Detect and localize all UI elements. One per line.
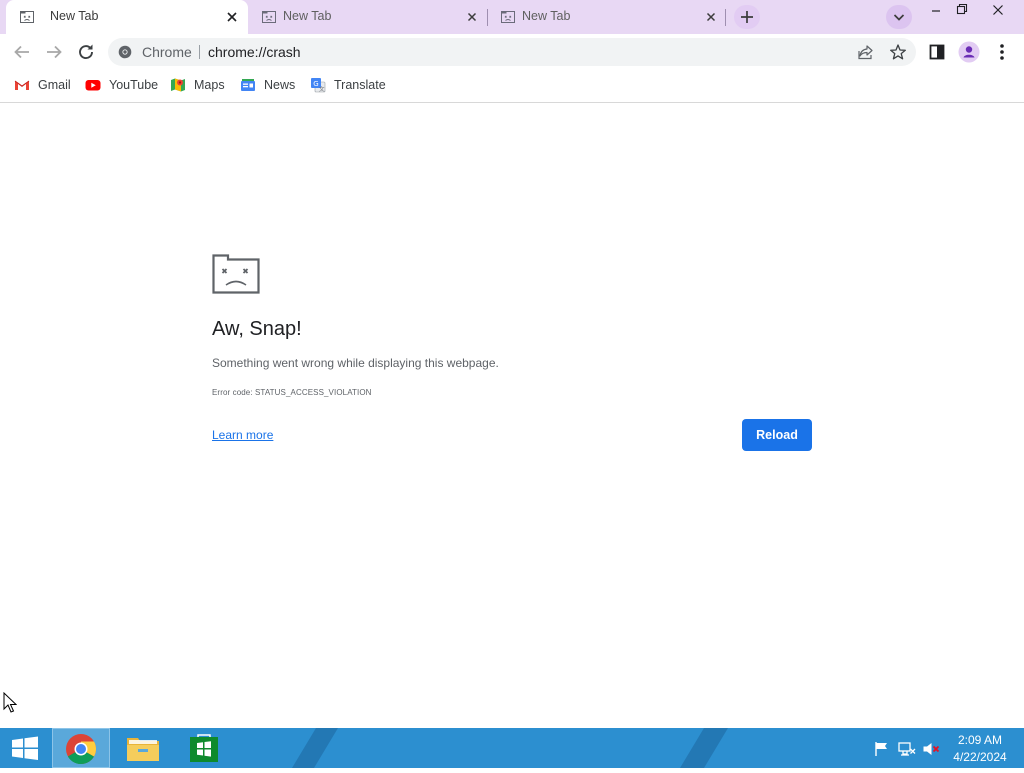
bookmark-label: News: [264, 78, 296, 92]
svg-text:文: 文: [319, 85, 325, 93]
close-tab-icon[interactable]: [224, 9, 240, 25]
tab-search-button[interactable]: [886, 5, 912, 29]
site-label: Chrome: [142, 44, 192, 60]
tab-1[interactable]: New Tab: [6, 0, 248, 34]
crash-message: Something went wrong while displaying th…: [212, 356, 499, 370]
bookmark-label: Translate: [334, 78, 386, 92]
action-center-flag-icon[interactable]: [874, 741, 890, 757]
tab-title: New Tab: [50, 9, 99, 23]
tab-title: New Tab: [522, 9, 571, 23]
forward-arrow-icon[interactable]: [42, 40, 66, 64]
reload-icon[interactable]: [74, 40, 98, 64]
close-icon: [993, 5, 1003, 15]
maps-icon: [171, 78, 185, 92]
news-icon: [241, 79, 255, 91]
new-tab-button[interactable]: [734, 5, 760, 29]
chevron-down-icon: [893, 14, 905, 21]
close-tab-icon[interactable]: [464, 9, 480, 25]
sad-tab-icon: [212, 254, 260, 294]
tab-3[interactable]: New Tab: [487, 0, 725, 34]
bookmark-youtube[interactable]: YouTube: [85, 76, 158, 94]
sad-tab-favicon-icon: [501, 11, 515, 23]
reload-button[interactable]: Reload: [742, 419, 812, 451]
bookmark-label: YouTube: [109, 78, 159, 92]
mouse-cursor-icon: [3, 692, 17, 713]
tab-title: New Tab: [283, 9, 332, 23]
share-icon[interactable]: [857, 44, 875, 60]
sad-tab-favicon-icon: [262, 11, 276, 23]
tab-divider: [725, 9, 726, 26]
start-button[interactable]: [0, 728, 50, 768]
bookmark-label: Maps: [194, 78, 225, 92]
crash-title: Aw, Snap!: [212, 318, 302, 340]
start-icon: [12, 736, 38, 760]
volume-muted-icon[interactable]: [922, 741, 940, 757]
taskbar-clock-time[interactable]: 2:09 AM: [946, 733, 1014, 747]
network-icon[interactable]: [898, 741, 916, 757]
bookmark-news[interactable]: News: [240, 76, 295, 94]
more-options-icon[interactable]: [994, 42, 1010, 62]
store-icon: [190, 734, 218, 762]
taskbar-chrome-button[interactable]: [52, 728, 110, 768]
back-arrow-icon[interactable]: [10, 40, 34, 64]
taskbar-store-button[interactable]: [176, 728, 232, 768]
restore-button[interactable]: [944, 0, 980, 22]
file-explorer-icon: [127, 738, 159, 761]
tab-2[interactable]: New Tab: [248, 0, 486, 34]
side-panel-icon[interactable]: [929, 44, 945, 60]
taskbar-clock-date[interactable]: 4/22/2024: [946, 750, 1014, 764]
omnibox-divider: [199, 45, 200, 59]
bookmark-label: Gmail: [38, 78, 71, 92]
star-icon[interactable]: [889, 43, 907, 61]
restore-icon: [956, 3, 968, 15]
profile-avatar-icon[interactable]: [958, 41, 980, 63]
taskbar-explorer-button[interactable]: [116, 728, 172, 768]
close-window-button[interactable]: [980, 0, 1016, 22]
bookmark-maps[interactable]: Maps: [170, 76, 225, 94]
plus-icon: [741, 11, 753, 23]
error-code: Error code: STATUS_ACCESS_VIOLATION: [212, 388, 372, 397]
translate-icon: G 文: [311, 78, 326, 93]
bookmark-translate[interactable]: G 文 Translate: [310, 76, 386, 94]
sad-tab-favicon-icon: [20, 11, 34, 23]
gmail-icon: [14, 80, 30, 90]
chrome-icon: [66, 734, 97, 765]
svg-text:G: G: [313, 80, 318, 88]
learn-more-link[interactable]: Learn more: [212, 428, 273, 442]
chrome-site-icon[interactable]: [118, 45, 132, 59]
bookmark-gmail[interactable]: Gmail: [14, 76, 71, 94]
url-text[interactable]: chrome://crash: [208, 44, 301, 60]
close-tab-icon[interactable]: [703, 9, 719, 25]
youtube-icon: [85, 80, 101, 91]
